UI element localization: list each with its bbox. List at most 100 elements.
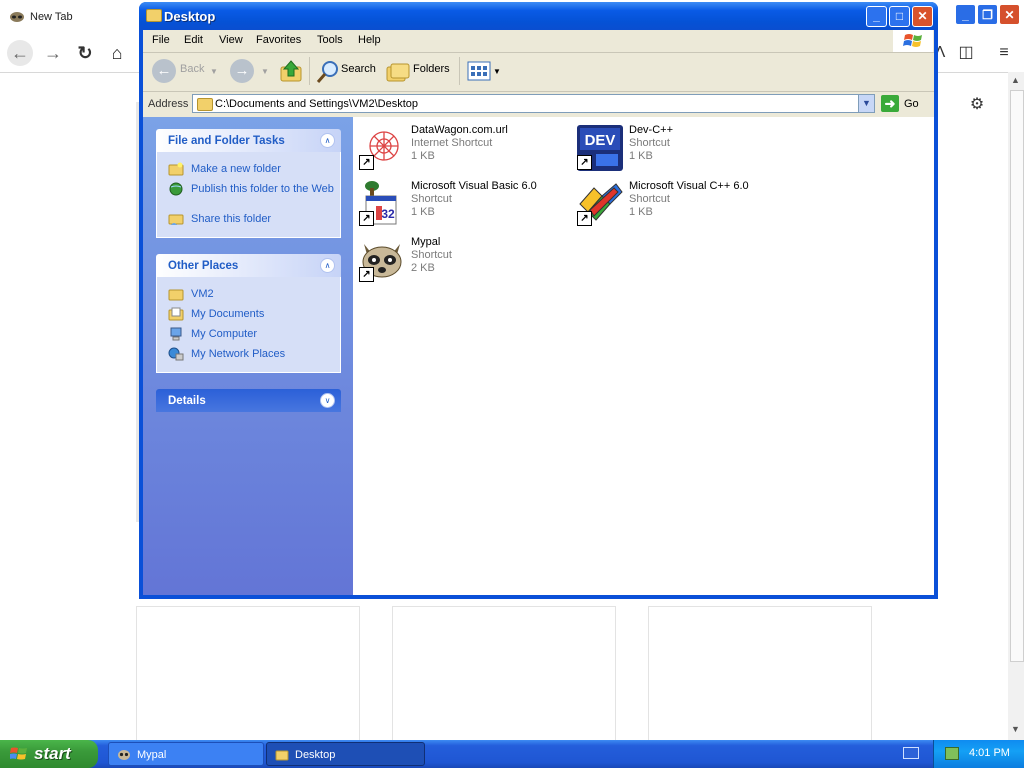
share-folder-icon — [168, 214, 184, 225]
views-icon[interactable] — [467, 61, 491, 81]
other-places-header[interactable]: Other Places ∧ — [156, 254, 341, 277]
browser-top-site-tile[interactable] — [136, 606, 360, 742]
browser-close-button[interactable]: ✕ — [999, 4, 1020, 25]
minimize-button[interactable]: _ — [866, 6, 887, 27]
forward-arrow-icon[interactable]: → — [230, 59, 254, 83]
back-arrow-icon[interactable]: ← — [152, 59, 176, 83]
vb-icon-text: 32 — [381, 207, 395, 221]
go-arrow-icon[interactable]: ➜ — [881, 95, 899, 112]
browser-scrollbar[interactable]: ▲ ▼ — [1008, 72, 1024, 740]
system-tray: 4:01 PM — [933, 740, 1024, 768]
browser-back-button[interactable]: ← — [7, 40, 33, 66]
file-folder-tasks-header[interactable]: File and Folder Tasks ∧ — [156, 129, 341, 152]
folder-icon — [197, 98, 213, 111]
browser-menu-icon[interactable]: ≡ — [993, 42, 1015, 64]
start-label: start — [34, 744, 71, 763]
new-folder-icon — [168, 162, 184, 176]
browser-top-site-tile[interactable] — [648, 606, 872, 742]
menu-view[interactable]: View — [219, 34, 243, 46]
maximize-button[interactable]: □ — [889, 6, 910, 27]
file-item-visual-cpp[interactable]: ↗ Microsoft Visual C++ 6.0 Shortcut 1 KB — [576, 180, 786, 232]
place-vm2[interactable]: VM2 — [168, 287, 338, 303]
panel-body: VM2 My Documents My Computer My Network … — [156, 277, 341, 373]
forward-dropdown-icon[interactable]: ▼ — [261, 67, 269, 76]
folder-icon — [275, 750, 289, 761]
keyboard-language-icon[interactable] — [903, 747, 919, 759]
toolbar-separator — [309, 57, 310, 85]
browser-minimize-button[interactable]: _ — [955, 4, 976, 25]
place-my-computer[interactable]: My Computer — [168, 327, 338, 343]
address-dropdown-icon[interactable]: ▼ — [858, 94, 875, 113]
dev-icon-text: DEV — [585, 132, 616, 149]
folders-button[interactable]: Folders — [413, 63, 450, 75]
taskbar-item-mypal[interactable]: Mypal — [108, 742, 264, 766]
title-bar[interactable]: Desktop _ □ ✕ — [139, 2, 938, 30]
menu-tools[interactable]: Tools — [317, 34, 343, 46]
shortcut-arrow-icon: ↗ — [359, 155, 374, 170]
scroll-thumb[interactable] — [1010, 90, 1024, 662]
address-input[interactable]: C:\Documents and Settings\VM2\Desktop — [192, 94, 875, 113]
network-tray-icon[interactable] — [945, 747, 959, 760]
my-documents-icon — [168, 307, 184, 321]
window-client: File Edit View Favorites Tools Help ← Ba… — [143, 30, 934, 595]
browser-reload-button[interactable]: ↻ — [72, 40, 98, 66]
details-header[interactable]: Details ∨ — [156, 389, 341, 412]
browser-sidebar-icon[interactable]: ◫ — [955, 42, 977, 64]
file-item-mypal[interactable]: ↗ Mypal Shortcut 2 KB — [358, 236, 568, 288]
address-label: Address — [148, 98, 189, 110]
folder-icon — [146, 9, 162, 22]
browser-tab-title: New Tab — [30, 11, 73, 23]
scroll-up-icon[interactable]: ▲ — [1011, 75, 1020, 85]
browser-restore-button[interactable]: ❐ — [977, 4, 998, 25]
views-dropdown-icon[interactable]: ▼ — [493, 67, 501, 76]
menu-bar: File Edit View Favorites Tools Help — [143, 30, 934, 53]
folders-icon[interactable] — [386, 60, 410, 84]
back-dropdown-icon[interactable]: ▼ — [210, 67, 218, 76]
browser-forward-button[interactable]: → — [40, 40, 66, 66]
browser-tab[interactable]: New Tab — [0, 0, 140, 34]
file-list: ↗ DataWagon.com.url Internet Shortcut 1 … — [353, 117, 934, 595]
windows-logo-icon — [893, 30, 933, 52]
task-make-new-folder[interactable]: Make a new folder — [168, 162, 338, 178]
other-places-panel: Other Places ∧ VM2 My Documents My Compu… — [156, 254, 341, 374]
place-my-network-places[interactable]: My Network Places — [168, 347, 338, 363]
menu-favorites[interactable]: Favorites — [256, 34, 301, 46]
panel-title: File and Folder Tasks — [168, 135, 285, 147]
collapse-icon[interactable]: ∧ — [320, 258, 335, 273]
windows-flag-icon — [10, 747, 27, 760]
back-button-label[interactable]: Back — [180, 63, 204, 75]
start-button[interactable]: start — [0, 740, 98, 768]
magnifier-icon[interactable] — [316, 60, 340, 84]
browser-home-button[interactable]: ⌂ — [104, 40, 130, 66]
scroll-down-icon[interactable]: ▼ — [1011, 724, 1020, 734]
shortcut-arrow-icon: ↗ — [577, 155, 592, 170]
file-item-datawagon[interactable]: ↗ DataWagon.com.url Internet Shortcut 1 … — [358, 124, 568, 176]
file-item-dev-cpp[interactable]: DEV ↗ Dev-C++ Shortcut 1 KB — [576, 124, 786, 176]
task-publish-web[interactable]: Publish this folder to the Web — [168, 182, 338, 210]
globe-icon — [169, 182, 183, 196]
menu-help[interactable]: Help — [358, 34, 381, 46]
folder-up-icon[interactable] — [279, 59, 303, 83]
panel-title: Details — [168, 395, 206, 407]
task-share-folder[interactable]: Share this folder — [168, 212, 338, 228]
browser-gear-icon[interactable]: ⚙ — [966, 94, 988, 116]
menu-edit[interactable]: Edit — [184, 34, 203, 46]
shortcut-arrow-icon: ↗ — [577, 211, 592, 226]
browser-top-site-tile[interactable] — [392, 606, 616, 742]
toolbar-separator — [459, 57, 460, 85]
expand-icon[interactable]: ∨ — [320, 393, 335, 408]
search-button[interactable]: Search — [341, 63, 376, 75]
collapse-icon[interactable]: ∧ — [320, 133, 335, 148]
my-computer-icon — [170, 327, 182, 341]
folder-icon — [168, 289, 184, 301]
raccoon-icon — [118, 750, 130, 760]
menu-file[interactable]: File — [152, 34, 170, 46]
clock[interactable]: 4:01 PM — [969, 747, 1010, 759]
close-button[interactable]: ✕ — [912, 6, 933, 27]
shortcut-arrow-icon: ↗ — [359, 267, 374, 282]
place-my-documents[interactable]: My Documents — [168, 307, 338, 323]
taskbar-item-desktop[interactable]: Desktop — [266, 742, 425, 766]
go-button[interactable]: Go — [904, 98, 919, 110]
file-item-visual-basic[interactable]: 32 ↗ Microsoft Visual Basic 6.0 Shortcut… — [358, 180, 568, 232]
raccoon-icon — [10, 12, 24, 22]
